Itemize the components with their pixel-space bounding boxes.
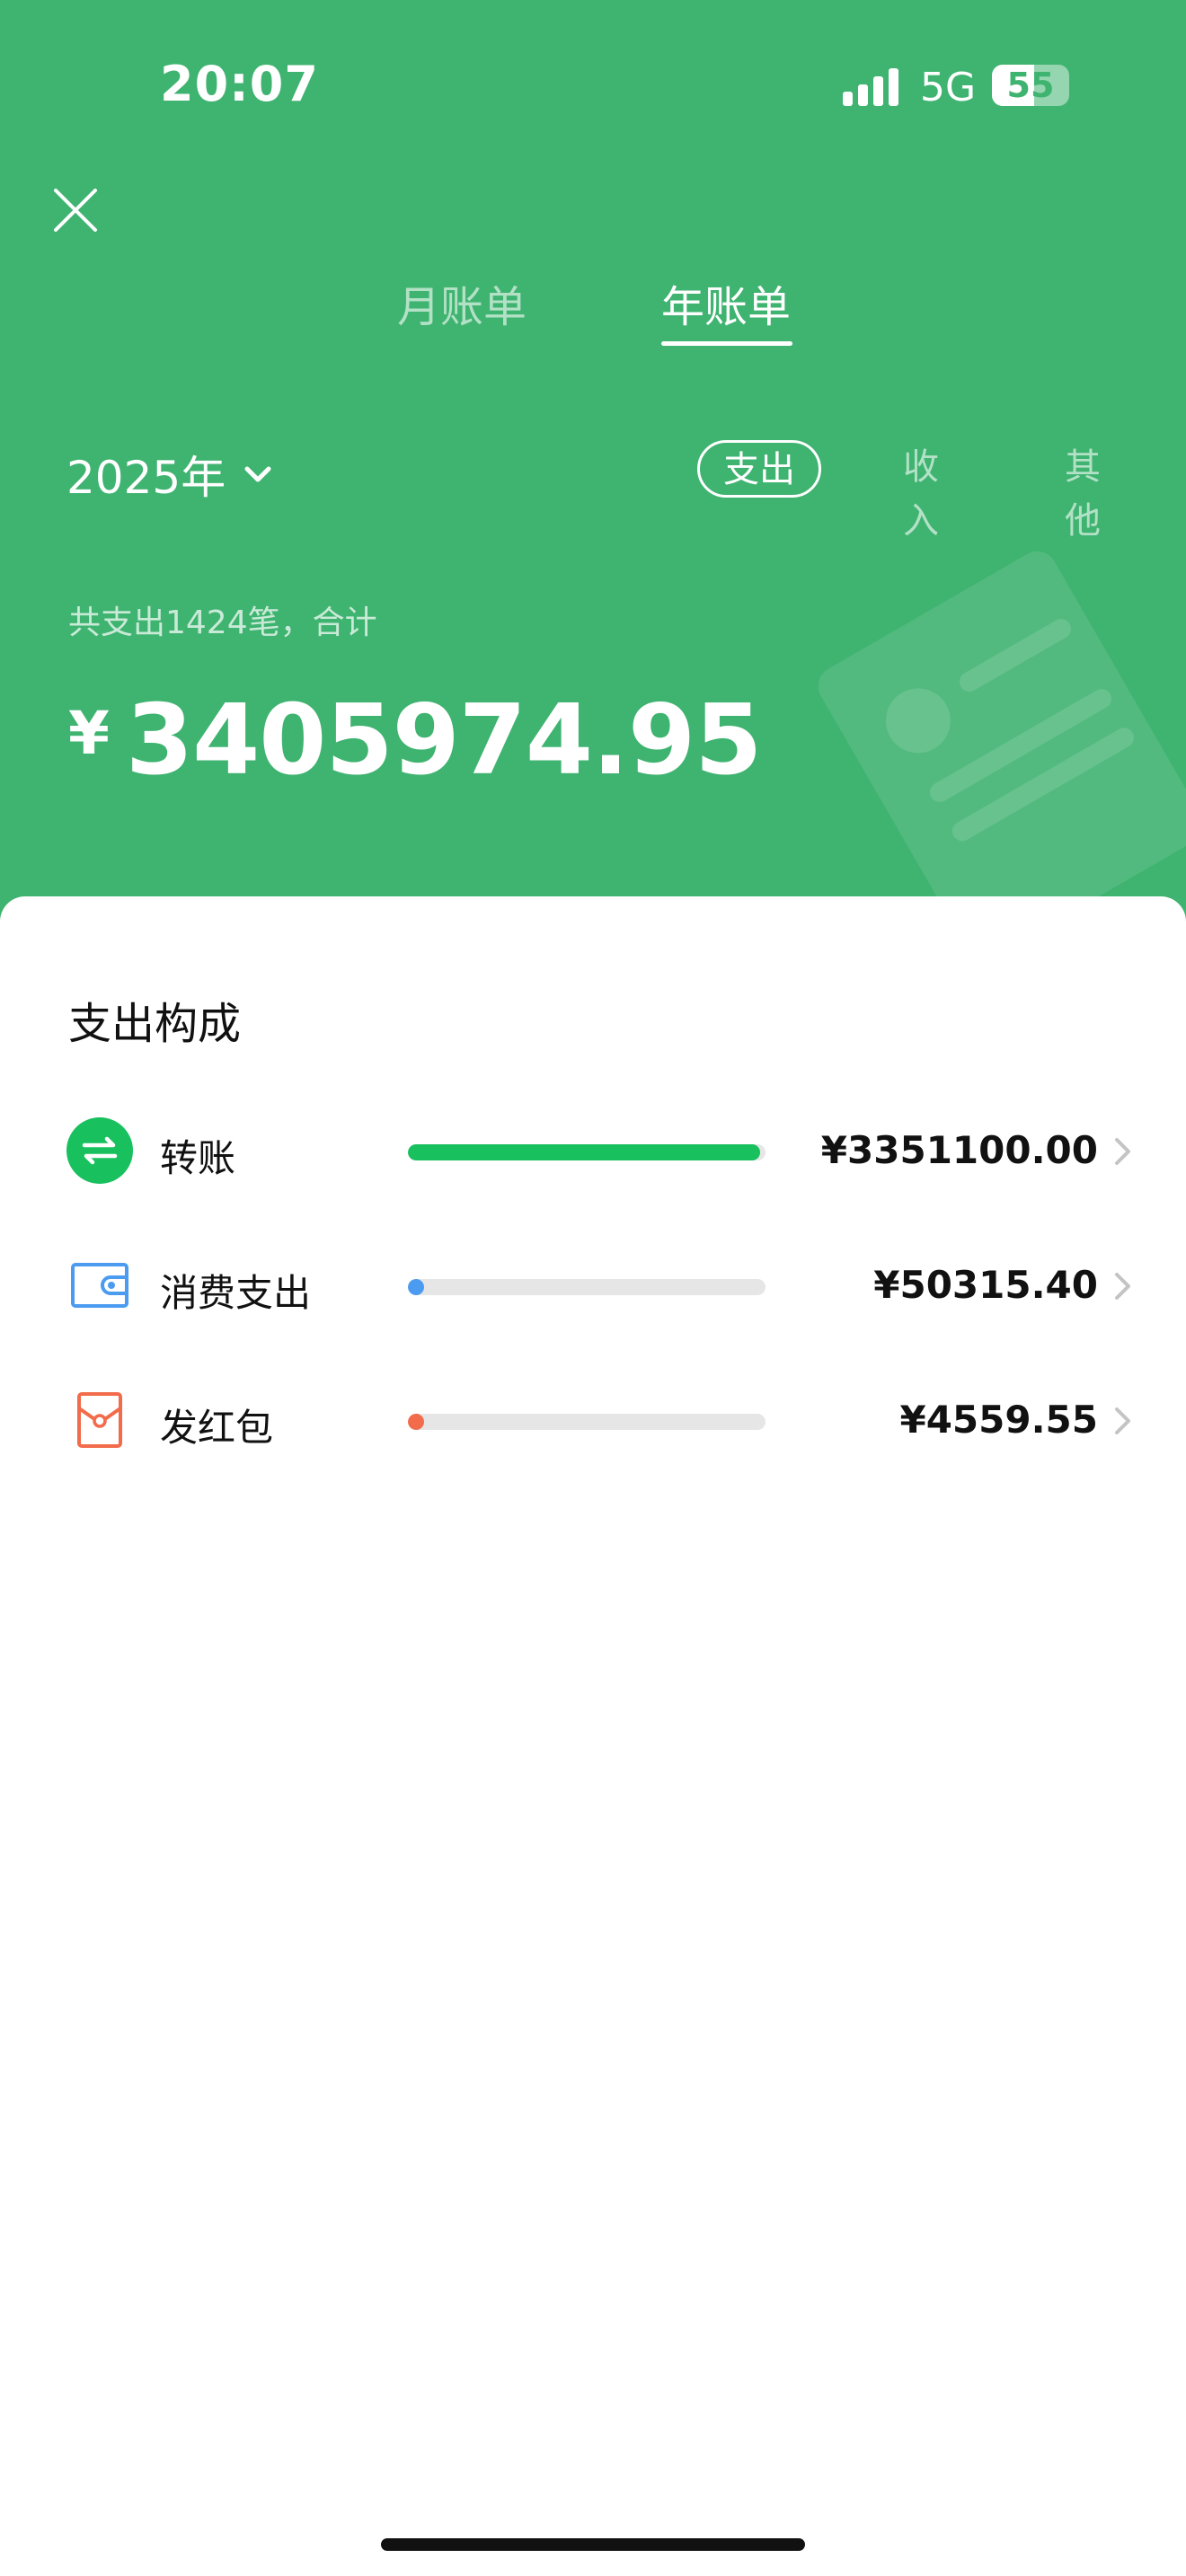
close-icon[interactable] [50, 185, 101, 235]
row-label: 发红包 [160, 1406, 274, 1450]
tab-yearly-bill[interactable]: 年账单 [661, 271, 791, 334]
breakdown-row-red-packet[interactable]: 发红包 ¥4559.55 [0, 1371, 1186, 1469]
progress-track [408, 1279, 766, 1295]
red-packet-icon [77, 1392, 122, 1448]
year-selector[interactable]: 2025年 [66, 442, 276, 507]
chevron-right-icon [1115, 1138, 1130, 1165]
tab-monthly-bill[interactable]: 月账单 [397, 271, 527, 334]
progress-fill [408, 1414, 424, 1430]
transfer-icon [66, 1117, 133, 1184]
row-amount: ¥4559.55 [899, 1398, 1098, 1442]
total-amount: 3405974.95 [126, 684, 762, 797]
active-tab-indicator [661, 341, 792, 346]
progress-fill [408, 1144, 760, 1160]
filter-income[interactable]: 收入 [888, 440, 954, 542]
bill-illustration-icon [818, 551, 1186, 934]
progress-track [408, 1414, 766, 1430]
chevron-down-icon [244, 466, 271, 482]
filter-expense[interactable]: 支出 [697, 440, 821, 498]
currency-symbol: ¥ [68, 699, 110, 768]
wallet-icon [71, 1263, 128, 1308]
home-indicator[interactable] [381, 2538, 805, 2551]
battery-icon: 55 [992, 65, 1069, 106]
row-label: 转账 [160, 1136, 236, 1180]
breakdown-row-transfer[interactable]: 转账 ¥3351100.00 [0, 1101, 1186, 1200]
chevron-right-icon [1115, 1273, 1130, 1300]
progress-track [408, 1144, 766, 1160]
year-label: 2025年 [66, 452, 226, 504]
row-amount: ¥3351100.00 [820, 1128, 1098, 1172]
bill-header: 20:07 5G 55 月账单 年账单 2025年 支出 收入 其他 共支出14… [0, 0, 1186, 934]
summary-caption: 共支出1424笔，合计 [68, 604, 377, 641]
battery-percent: 55 [1006, 66, 1055, 105]
status-time: 20:07 [160, 56, 319, 112]
breakdown-row-consumption[interactable]: 消费支出 ¥50315.40 [0, 1236, 1186, 1335]
signal-icon [843, 68, 898, 106]
network-type: 5G [920, 65, 977, 110]
filter-other[interactable]: 其他 [1049, 440, 1116, 542]
chevron-right-icon [1115, 1407, 1130, 1434]
progress-fill [408, 1279, 424, 1295]
row-label: 消费支出 [160, 1271, 312, 1315]
row-amount: ¥50315.40 [873, 1263, 1098, 1307]
section-title: 支出构成 [68, 999, 242, 1049]
